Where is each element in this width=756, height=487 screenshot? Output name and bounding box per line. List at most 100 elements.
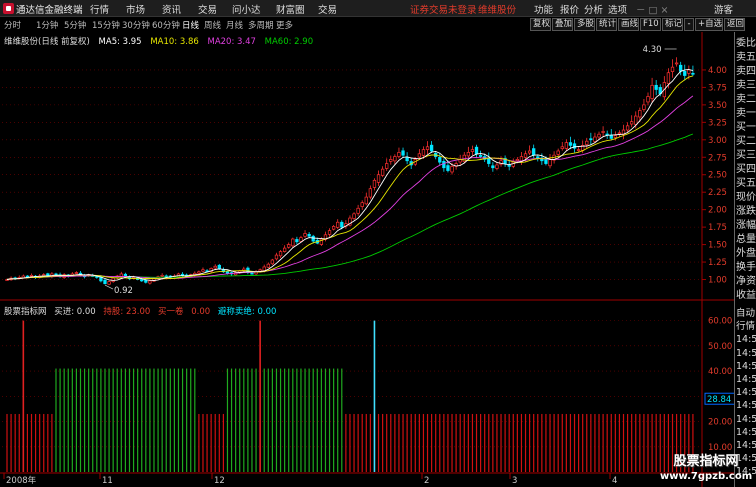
tf-weekly[interactable]: 周线 [204, 19, 221, 31]
tf-60min[interactable]: 60分钟 [152, 19, 180, 31]
candle-body [405, 157, 409, 162]
candle-body [507, 164, 511, 167]
menu-zixun[interactable]: 资讯 [162, 2, 181, 16]
candle-body [274, 254, 279, 260]
back-button[interactable]: 返回 [724, 18, 745, 31]
candle-body [589, 138, 593, 141]
quote-row-label: 买二 [736, 136, 756, 147]
candle-body [593, 136, 597, 142]
candle-body [442, 161, 446, 169]
candle-body [670, 66, 675, 72]
mark-button[interactable]: 标记 [662, 18, 683, 31]
candle-body [601, 131, 605, 133]
quote-row-label: 委比 [736, 38, 756, 49]
candle-body [544, 158, 548, 164]
tf-more[interactable]: 更多 [276, 19, 293, 31]
candle-body [585, 140, 589, 145]
candle-body [515, 159, 520, 162]
tf-monthly[interactable]: 月线 [226, 19, 243, 31]
multi-stock-button[interactable]: 多股 [574, 18, 595, 31]
menu-xuanxiang[interactable]: 选项 [608, 2, 627, 16]
ma60-line [6, 133, 694, 280]
menu-jiaoyi-2[interactable]: 交易 [318, 2, 337, 16]
watermark-url: www.7gpzb.com [660, 471, 753, 482]
tf-30min[interactable]: 30分钟 [122, 19, 150, 31]
quote-row-label: 总量 [736, 234, 756, 245]
candle-body [336, 221, 340, 228]
candle-body [491, 165, 495, 169]
price-tick-label: 1.75 [708, 223, 727, 233]
app-logo-icon [3, 3, 14, 14]
tick-time: 14:5 [736, 374, 756, 385]
indicator-legend: 股票指标网 买进: 0.00 持股: 23.00 买一卷 0.00 避称卖绝: … [4, 305, 281, 317]
quote-panel[interactable]: 委比 卖五 卖四 卖三 卖二 卖一 买一 买二 买三 买四 买五 现价 涨跌 涨幅 总量 外盘 换手 净资 收益 自动… [734, 32, 756, 487]
ma60-value: MA60: 2.90 [264, 37, 314, 47]
candle-body [548, 159, 552, 167]
window-controls[interactable]: － □ × [636, 2, 668, 16]
ma10-line [6, 75, 694, 280]
candle-body [340, 221, 344, 228]
quote-row-label: 收益 [736, 290, 756, 301]
candle-body [389, 159, 393, 162]
candle-body [478, 154, 483, 157]
high-marker-label: 4.30 [643, 45, 662, 55]
candle-body [360, 202, 364, 207]
menu-shichang[interactable]: 市场 [126, 2, 145, 16]
menu-wenxiaoda[interactable]: 问小达 [232, 2, 261, 16]
menu-caifuquan[interactable]: 财富圈 [276, 2, 305, 16]
tick-time: 14:5 [736, 334, 756, 346]
hold-value: 持股: 23.00 [103, 307, 151, 317]
ma5-value: MA5: 3.95 [98, 37, 142, 47]
buy-one-value: 0.00 [191, 307, 211, 317]
candle-body [421, 149, 426, 156]
candle-body [201, 269, 205, 272]
menu-baojia[interactable]: 报价 [560, 2, 579, 16]
stats-button[interactable]: 统计 [596, 18, 617, 31]
login-status[interactable]: 证券交易未登录 [410, 2, 477, 16]
price-tick-label: 1.00 [708, 276, 727, 286]
candle-body [687, 69, 691, 74]
tf-1min[interactable]: 1分钟 [36, 19, 58, 31]
menu-fenxi[interactable]: 分析 [584, 2, 603, 16]
candle-body [679, 64, 683, 72]
quote-row-label: 换手 [736, 262, 756, 273]
candle-body [425, 146, 430, 150]
candle-body [523, 153, 528, 158]
tf-5min[interactable]: 5分钟 [64, 19, 86, 31]
tf-15min[interactable]: 15分钟 [92, 19, 120, 31]
tf-multi[interactable]: 多周期 [248, 19, 274, 31]
f10-button[interactable]: F10 [640, 18, 661, 31]
low-marker-line [104, 284, 114, 290]
candle-body [466, 152, 471, 157]
tf-fenshi[interactable]: 分时 [4, 19, 21, 31]
zoom-out-button[interactable]: - [684, 18, 694, 31]
candle-body [307, 233, 311, 237]
quote-row-label: 卖一 [736, 108, 756, 119]
tick-time: 14:5 [736, 440, 756, 451]
tf-daily[interactable]: 日线 [182, 19, 199, 31]
stock-name-top: 维维股份 [478, 5, 517, 16]
kline-chart[interactable]: 4.00 3.75 3.50 3.25 3.00 2.75 2.50 2.25 2.00 1.75… [0, 32, 734, 487]
candle-body [393, 156, 397, 162]
candle-body [331, 226, 336, 230]
menu-gongneng[interactable]: 功能 [534, 2, 553, 16]
menu-jiaoyi[interactable]: 交易 [198, 2, 217, 16]
candle-body [29, 274, 34, 277]
price-tick-label: 2.25 [708, 188, 727, 198]
quote-row-label: 卖三 [736, 80, 756, 91]
draw-line-button[interactable]: 画线 [618, 18, 639, 31]
add-watchlist-button[interactable]: +自选 [695, 18, 723, 31]
candle-body [266, 263, 270, 268]
overlay-button[interactable]: 叠加 [552, 18, 573, 31]
fuquan-button[interactable]: 复权 [530, 18, 551, 31]
candle-body [487, 157, 491, 164]
guest-label[interactable]: 游客 [714, 2, 733, 16]
candle-body [197, 271, 201, 274]
indicator-tick-label: 50.00 [708, 342, 732, 352]
candle-body [148, 280, 152, 284]
candle-body [295, 239, 299, 243]
watermark-title: 股票指标网 [673, 454, 739, 469]
menu-hangqing[interactable]: 行情 [90, 2, 109, 16]
tick-panel-header: 行情 [736, 321, 756, 333]
candle-body [417, 153, 422, 158]
